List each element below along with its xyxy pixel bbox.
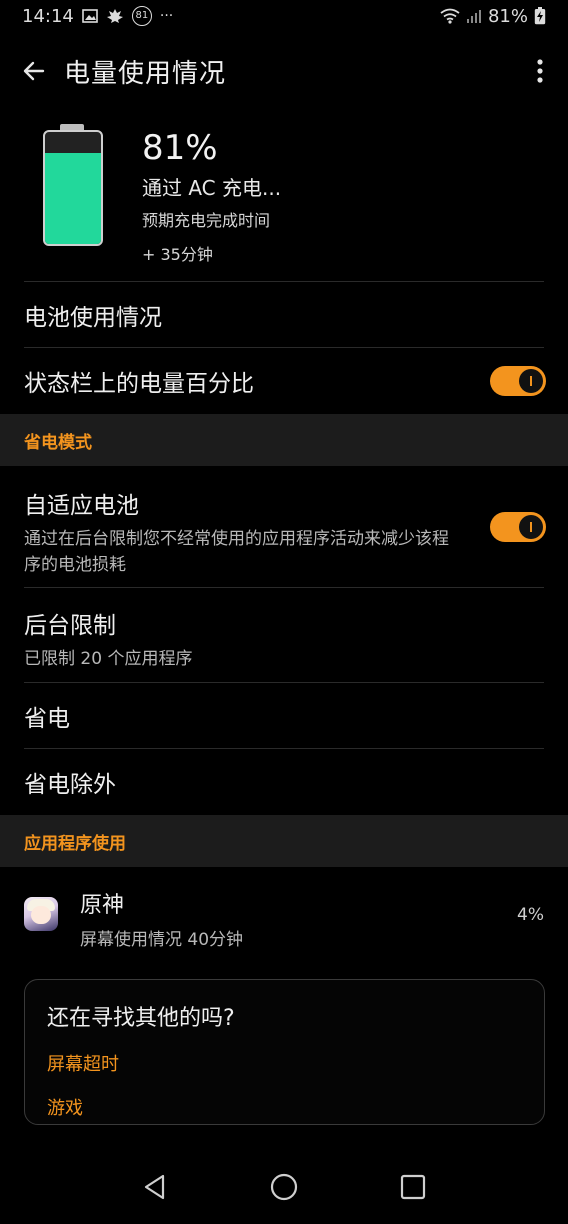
background-restriction-row[interactable]: 后台限制 已限制 20 个应用程序 <box>0 588 568 682</box>
charge-eta-value: + 35分钟 <box>142 245 213 264</box>
triangle-back-icon <box>144 1174 164 1200</box>
toggle-knob <box>519 515 543 539</box>
battery-body <box>43 130 103 246</box>
adaptive-battery-toggle[interactable] <box>490 512 546 542</box>
battery-summary: 81% 通过 AC 充电... 预期充电完成时间 + 35分钟 <box>40 124 540 264</box>
statusbar-percent-label: 状态栏上的电量百分比 <box>24 371 254 397</box>
power-saving-section-header: 省电模式 <box>0 414 568 466</box>
power-save-label: 省电 <box>24 705 70 732</box>
battery-usage-label: 电池使用情况 <box>24 305 162 331</box>
charging-status: 通过 AC 充电... <box>142 176 282 200</box>
battery-level-icon <box>40 124 106 248</box>
app-usage-text: 原神 屏幕使用情况 40分钟 <box>80 887 243 950</box>
square-recent-icon <box>401 1174 426 1200</box>
status-more: ··· <box>159 8 174 24</box>
background-restriction-label: 后台限制 <box>24 613 116 639</box>
background-restriction-sub: 已限制 20 个应用程序 <box>24 649 193 669</box>
back-button[interactable] <box>18 55 50 87</box>
battery-fill <box>45 153 101 244</box>
adaptive-battery-description: 通过在后台限制您不经常使用的应用程序活动来减少该程序的电池损耗 <box>24 529 449 575</box>
app-usage-row[interactable]: 原神 屏幕使用情况 40分钟 4% <box>0 867 568 963</box>
power-save-row[interactable]: 省电 <box>0 683 568 748</box>
screen-timeout-link[interactable]: 屏幕超时 <box>47 1050 522 1076</box>
status-bar: 14:14 81 ··· 81% <box>0 0 568 32</box>
image-notification-icon <box>82 8 98 24</box>
status-battery-percent: 81% <box>487 5 528 27</box>
genshin-app-icon <box>24 897 58 931</box>
app-name: 原神 <box>80 893 125 918</box>
navigation-bar <box>0 1150 568 1224</box>
page-title: 电量使用情况 <box>64 58 227 89</box>
app-screen-time: 屏幕使用情况 40分钟 <box>80 930 244 950</box>
wifi-icon <box>440 8 460 24</box>
badge-notification-icon: 81 <box>131 6 152 26</box>
circle-home-icon <box>270 1173 298 1201</box>
suggestion-card-title: 还在寻找其他的吗? <box>47 1006 235 1031</box>
statusbar-percent-row[interactable]: 状态栏上的电量百分比 <box>0 348 568 414</box>
adaptive-battery-label: 自适应电池 <box>24 493 139 519</box>
app-icon-face <box>31 906 51 924</box>
arrow-left-icon <box>23 61 45 81</box>
status-left: 14:14 81 ··· <box>22 6 173 27</box>
charge-eta-label: 预期充电完成时间 <box>142 211 271 230</box>
nav-recent-button[interactable] <box>393 1167 433 1207</box>
status-time: 14:14 <box>22 5 74 27</box>
adaptive-battery-row[interactable]: 自适应电池 通过在后台限制您不经常使用的应用程序活动来减少该程序的电池损耗 <box>0 466 568 587</box>
nav-home-button[interactable] <box>264 1167 304 1207</box>
battery-usage-row[interactable]: 电池使用情况 <box>0 282 568 348</box>
more-options-button[interactable] <box>530 55 550 87</box>
nav-back-button[interactable] <box>135 1167 175 1207</box>
toggle-knob <box>519 369 543 393</box>
battery-percent: 81% <box>142 128 218 168</box>
status-right: 81% <box>440 6 546 27</box>
battery-charging-icon <box>534 7 546 25</box>
signal-icon <box>466 9 482 23</box>
leaf-notification-icon <box>106 8 124 24</box>
more-vertical-icon <box>537 59 543 83</box>
app-usage-section-header: 应用程序使用 <box>0 815 568 867</box>
statusbar-percent-toggle[interactable] <box>490 366 546 396</box>
power-save-exempt-label: 省电除外 <box>24 772 116 798</box>
app-header: 电量使用情况 <box>0 40 568 102</box>
app-usage-percent: 4% <box>517 905 544 925</box>
power-save-exempt-row[interactable]: 省电除外 <box>0 749 568 815</box>
games-link[interactable]: 游戏 <box>47 1094 522 1120</box>
screen: 14:14 81 ··· 81% 电量使用情况 81% 通过 AC 充电... … <box>0 0 568 1224</box>
suggestion-card: 还在寻找其他的吗? 屏幕超时 游戏 <box>24 979 545 1125</box>
battery-text: 81% 通过 AC 充电... 预期充电完成时间 + 35分钟 <box>142 128 281 265</box>
